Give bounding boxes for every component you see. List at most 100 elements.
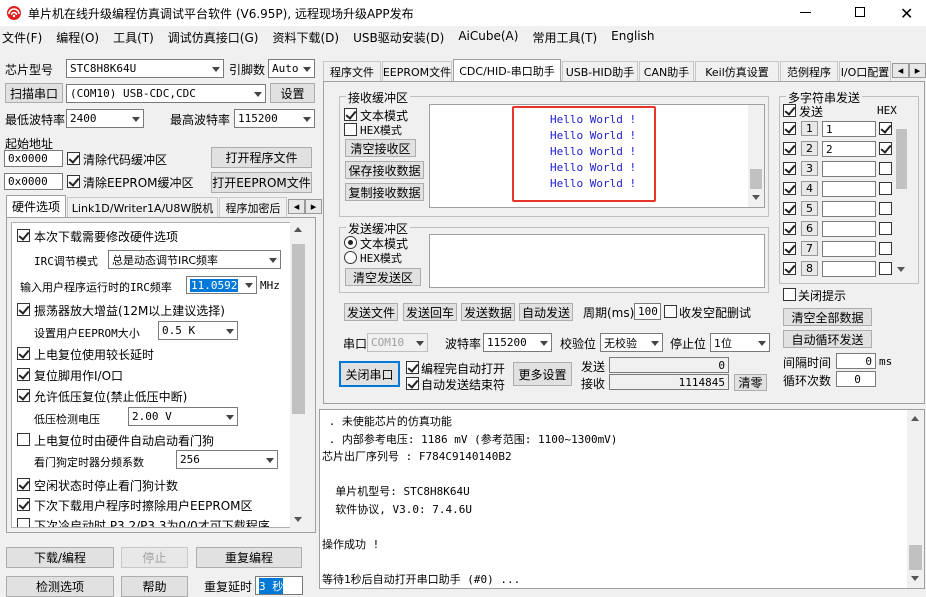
multi-row-number[interactable]: 1 xyxy=(801,121,818,136)
multi-send-all-checkbox[interactable] xyxy=(783,104,796,117)
min-baud-select[interactable]: 2400 xyxy=(66,109,144,128)
interval-input[interactable]: 0 xyxy=(836,353,876,369)
recv-hex-mode-checkbox[interactable] xyxy=(344,123,357,136)
multi-row-send-checkbox[interactable] xyxy=(783,122,796,135)
multi-string-scrollbar[interactable] xyxy=(895,119,908,279)
multi-row-input[interactable] xyxy=(822,261,876,277)
download-program-button[interactable]: 下载/编程 xyxy=(6,547,114,568)
multi-row-hex-checkbox[interactable] xyxy=(879,162,892,175)
tab-usb-hid-assistant[interactable]: USB-HID助手 xyxy=(562,61,638,81)
baud-rate-select[interactable]: 115200 xyxy=(483,333,552,352)
tab-scroll-left-icon[interactable]: ◂ xyxy=(288,199,305,214)
send-data-button[interactable]: 发送数据 xyxy=(461,303,515,321)
port-select[interactable]: (COM10) USB-CDC,CDC xyxy=(66,84,266,103)
irc-freq-select[interactable]: 11.0592 xyxy=(186,276,257,294)
clear-code-checkbox[interactable] xyxy=(67,152,80,165)
multi-row-number[interactable]: 5 xyxy=(801,201,818,216)
serial-port-select[interactable]: COM10 xyxy=(367,333,428,352)
tab-example-programs[interactable]: 范例程序 xyxy=(780,61,838,81)
menu-aicube[interactable]: AiCube(A) xyxy=(458,29,518,47)
tab-program-file[interactable]: 程序文件 xyxy=(323,61,381,81)
scroll-up-icon[interactable] xyxy=(294,227,302,232)
multi-row-input[interactable] xyxy=(822,181,876,197)
scroll-down-icon[interactable] xyxy=(752,195,760,200)
scan-port-button[interactable]: 扫描串口 xyxy=(5,83,63,103)
multi-row-send-checkbox[interactable] xyxy=(783,222,796,235)
tab-eeprom-file[interactable]: EEPROM文件 xyxy=(382,61,452,81)
tab-keil-simulation[interactable]: Keil仿真设置 xyxy=(695,61,779,81)
modify-hw-checkbox[interactable] xyxy=(17,229,30,242)
menu-common-tools[interactable]: 常用工具(T) xyxy=(532,29,597,47)
multi-row-input[interactable]: 2 xyxy=(822,141,876,157)
scroll-down-icon[interactable] xyxy=(294,517,302,522)
chip-select[interactable]: STC8H8K64U xyxy=(66,59,224,78)
multi-row-hex-checkbox[interactable] xyxy=(879,222,892,235)
erase-eeprom-checkbox[interactable] xyxy=(17,498,30,511)
auto-send-button[interactable]: 自动发送 xyxy=(519,303,573,321)
tab-can-assistant[interactable]: CAN助手 xyxy=(639,61,694,81)
tab-io-config[interactable]: I/O口配置 xyxy=(839,61,891,81)
maximize-icon[interactable] xyxy=(855,7,865,17)
multi-row-input[interactable] xyxy=(822,161,876,177)
send-textbox[interactable] xyxy=(429,234,765,288)
reprogram-button[interactable]: 重复编程 xyxy=(196,547,302,568)
send-text-mode-radio[interactable] xyxy=(344,236,357,249)
multi-row-send-checkbox[interactable] xyxy=(783,182,796,195)
tab-scroll-right-icon[interactable]: ▸ xyxy=(305,199,322,214)
multi-row-send-checkbox[interactable] xyxy=(783,202,796,215)
osc-gain-checkbox[interactable] xyxy=(17,303,30,316)
multi-string-scrollbar-thumb[interactable] xyxy=(896,129,907,189)
clear-count-button[interactable]: 清零 xyxy=(734,374,767,391)
wdt-select[interactable]: 256 xyxy=(176,450,278,469)
code-address-input[interactable]: 0x0000 xyxy=(4,150,63,167)
eeprom-size-select[interactable]: 0.5 K xyxy=(158,321,238,340)
recv-text-mode-checkbox[interactable] xyxy=(344,108,357,121)
receive-textbox[interactable]: Hello World ! Hello World ! Hello World … xyxy=(429,104,765,208)
receive-scrollbar-thumb[interactable] xyxy=(750,169,762,189)
tab-scroll-left-icon[interactable]: ◂ xyxy=(892,63,909,78)
options-scrollbar-thumb[interactable] xyxy=(292,244,305,414)
log-scrollbar-thumb[interactable] xyxy=(909,545,922,570)
cold-start-p32-checkbox[interactable] xyxy=(17,518,30,527)
clear-all-data-button[interactable]: 清空全部数据 xyxy=(783,308,872,326)
multi-row-send-checkbox[interactable] xyxy=(783,262,796,275)
tab-cdc-serial-assistant[interactable]: CDC/HID-串口助手 xyxy=(453,59,561,81)
scroll-up-icon[interactable] xyxy=(911,416,919,421)
multi-row-number[interactable]: 6 xyxy=(801,221,818,236)
multi-row-input[interactable] xyxy=(822,221,876,237)
menu-english[interactable]: English xyxy=(611,29,654,47)
multi-row-input[interactable] xyxy=(822,201,876,217)
open-program-file-button[interactable]: 打开程序文件 xyxy=(211,147,312,168)
multi-row-number[interactable]: 4 xyxy=(801,181,818,196)
multi-row-send-checkbox[interactable] xyxy=(783,242,796,255)
match-delete-checkbox[interactable] xyxy=(664,305,677,318)
pin-count-select[interactable]: Auto xyxy=(268,59,315,78)
eeprom-address-input[interactable]: 0x0000 xyxy=(4,173,63,190)
multi-row-send-checkbox[interactable] xyxy=(783,162,796,175)
parity-select[interactable]: 无校验 xyxy=(600,333,663,352)
send-return-button[interactable]: 发送回车 xyxy=(403,303,457,321)
send-file-button[interactable]: 发送文件 xyxy=(344,303,398,321)
close-port-button[interactable]: 关闭串口 xyxy=(339,361,400,387)
multi-row-number[interactable]: 8 xyxy=(801,261,818,276)
scroll-down-icon[interactable] xyxy=(897,267,905,272)
stop-button[interactable]: 停止 xyxy=(121,547,188,568)
multi-row-input[interactable]: 1 xyxy=(822,121,876,137)
check-options-button[interactable]: 检测选项 xyxy=(6,576,114,597)
receive-scrollbar[interactable] xyxy=(748,105,764,207)
scroll-down-icon[interactable] xyxy=(911,576,919,581)
menu-debug[interactable]: 调试仿真接口(G) xyxy=(168,29,259,47)
period-input[interactable]: 100 xyxy=(634,303,661,320)
multi-row-send-checkbox[interactable] xyxy=(783,142,796,155)
tab-encrypted-program[interactable]: 程序加密后 xyxy=(219,197,287,217)
clear-send-button[interactable]: 清空发送区 xyxy=(345,268,421,286)
loop-count-input[interactable]: 0 xyxy=(836,371,876,387)
send-hex-mode-radio[interactable] xyxy=(344,251,357,264)
multi-row-number[interactable]: 3 xyxy=(801,161,818,176)
menu-file[interactable]: 文件(F) xyxy=(2,29,42,47)
options-scrollbar[interactable] xyxy=(290,222,307,528)
menu-usb-driver[interactable]: USB驱动安装(D) xyxy=(353,29,444,47)
more-settings-button[interactable]: 更多设置 xyxy=(513,362,572,386)
stop-bits-select[interactable]: 1位 xyxy=(710,333,770,352)
tab-hardware-options[interactable]: 硬件选项 xyxy=(6,195,66,217)
